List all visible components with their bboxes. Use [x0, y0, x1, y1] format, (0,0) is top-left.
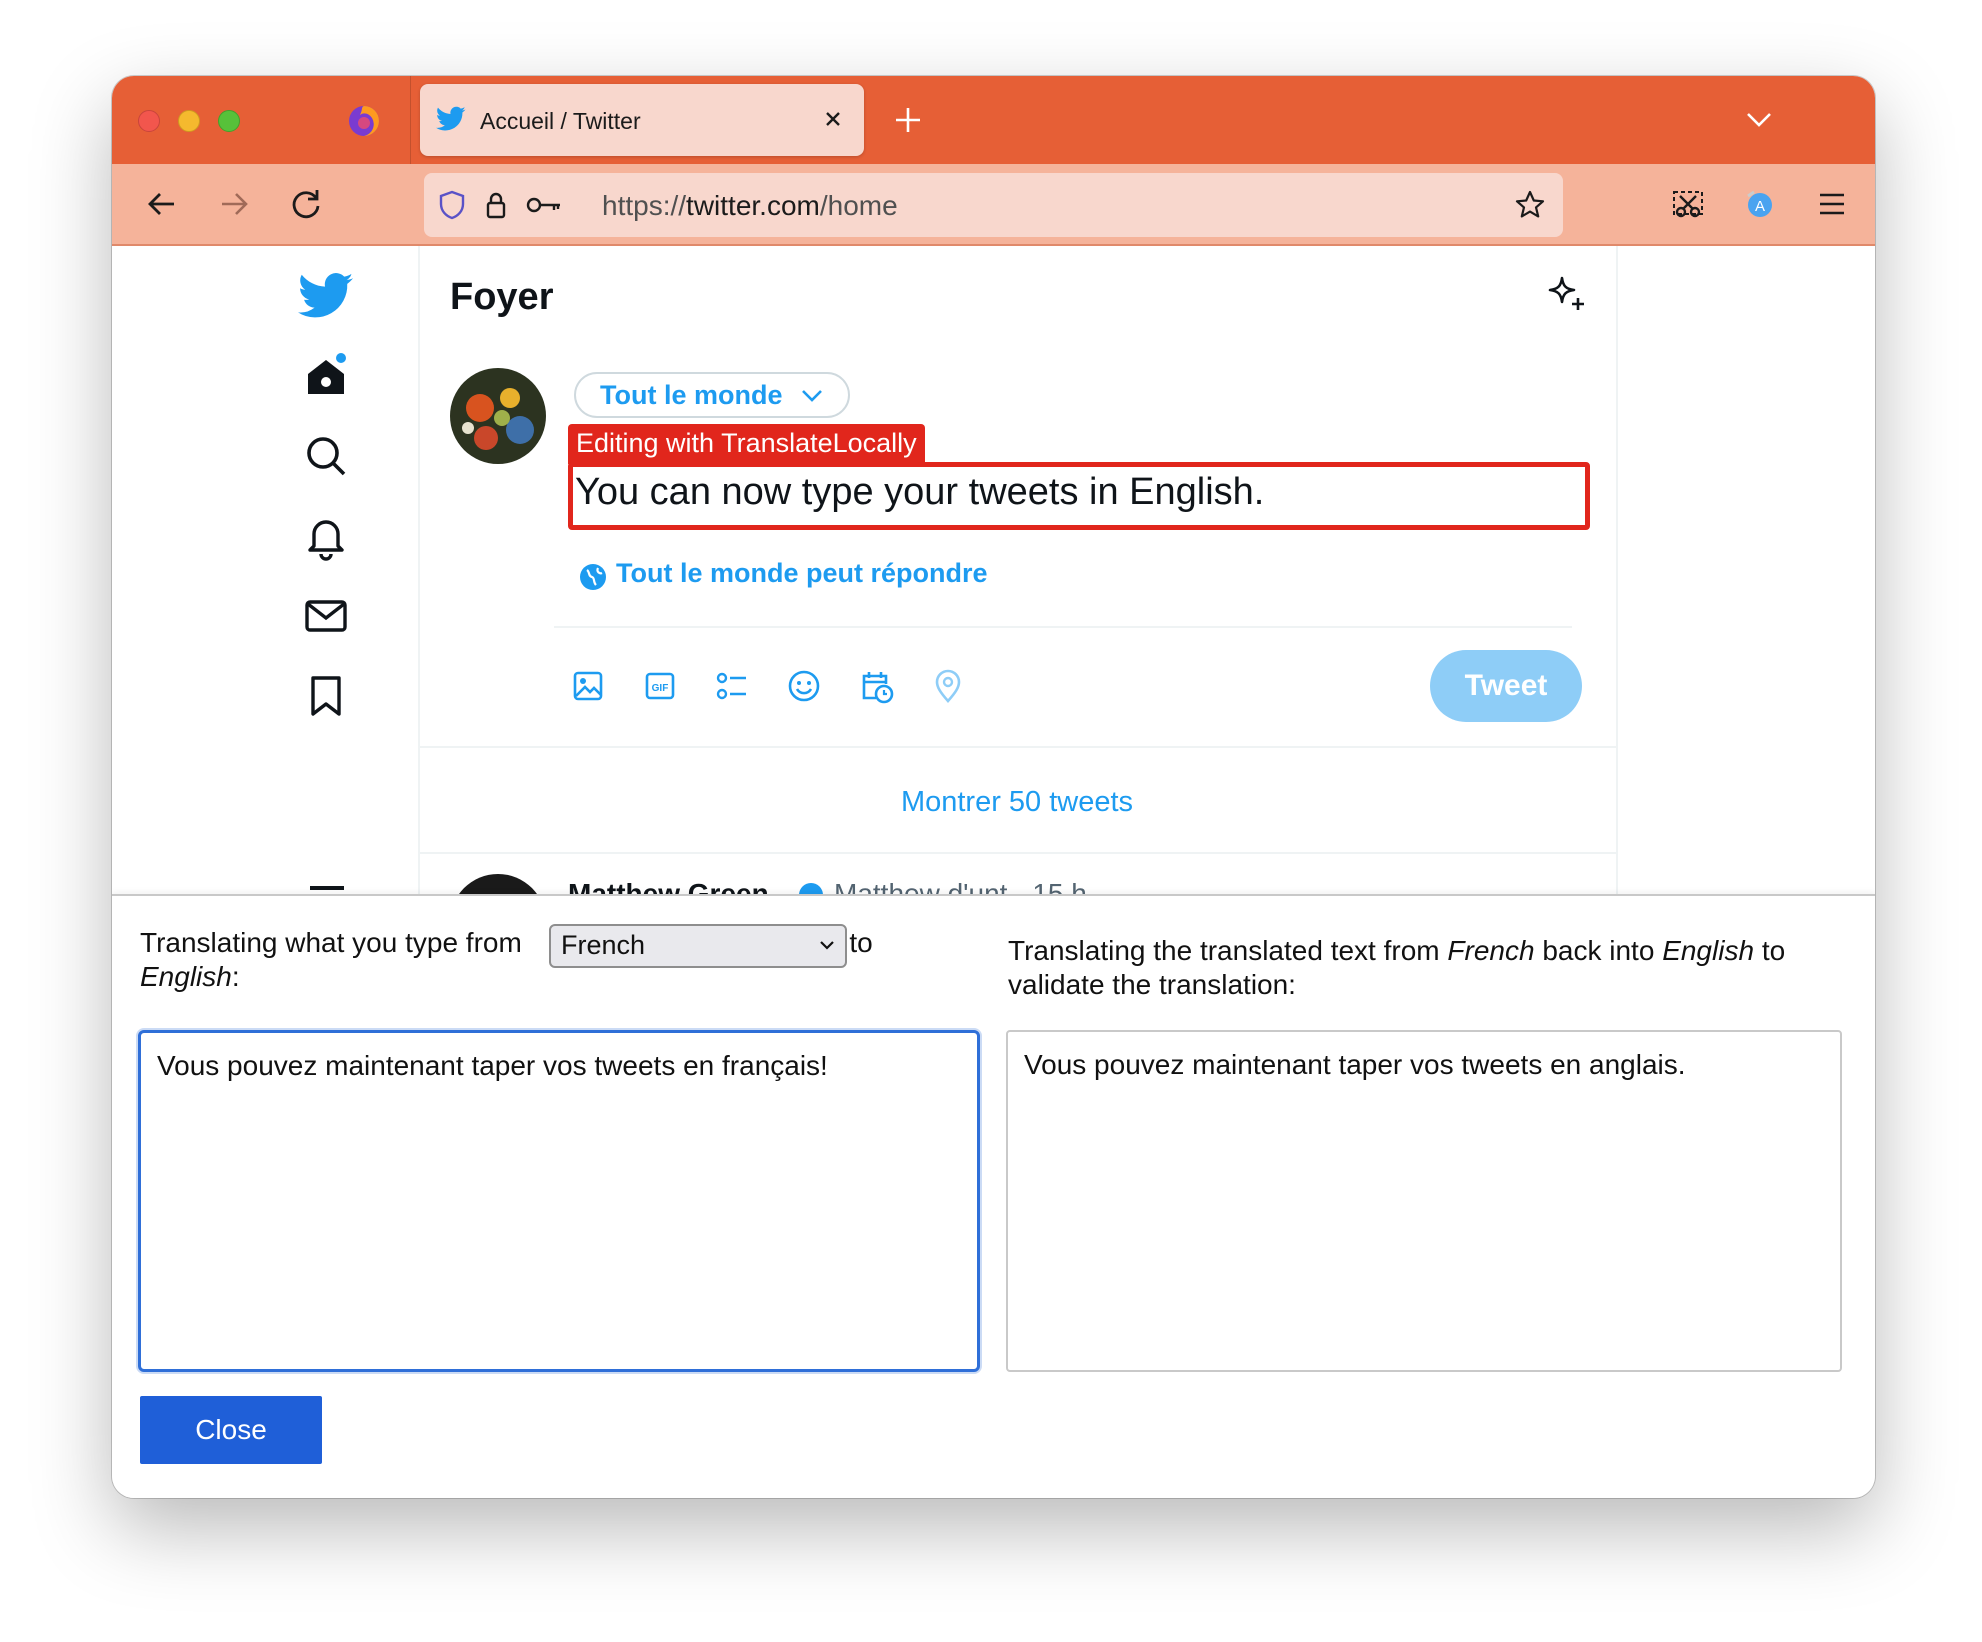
bookmarks-icon[interactable] — [298, 668, 354, 724]
tab-close-icon[interactable] — [820, 106, 846, 132]
screenshot-scissors-icon[interactable] — [1668, 184, 1708, 224]
new-tab-plus-icon[interactable] — [888, 100, 928, 140]
navigation-toolbar: https://twitter.com/home A — [112, 164, 1875, 246]
audience-label: Tout le monde — [600, 380, 783, 410]
translatelocally-badge: Editing with TranslateLocally — [568, 424, 925, 464]
reply-setting-button[interactable]: Tout le monde peut répondre — [578, 558, 988, 590]
source-language-select[interactable]: French — [549, 924, 847, 968]
verified-badge-icon — [796, 880, 826, 894]
location-pin-icon[interactable] — [928, 666, 968, 706]
notifications-bell-icon[interactable] — [298, 508, 354, 564]
tweet-author-name[interactable]: Matthew Green — [568, 878, 769, 894]
reload-icon[interactable] — [286, 184, 326, 224]
forward-arrow-icon[interactable] — [214, 184, 254, 224]
gif-icon[interactable]: GIF — [640, 666, 680, 706]
firefox-icon[interactable] — [347, 104, 381, 138]
globe-icon — [580, 564, 606, 590]
reply-setting-label: Tout le monde peut répondre — [616, 558, 988, 588]
media-image-icon[interactable] — [568, 666, 608, 706]
twitter-bird-icon — [436, 106, 466, 132]
minimize-window-button[interactable] — [178, 110, 200, 132]
tab-divider — [410, 76, 411, 164]
tweet-author-handle[interactable]: Matthew d'unt · 15 h — [834, 878, 1087, 894]
poll-icon[interactable] — [712, 666, 752, 706]
sparkle-icon[interactable] — [1544, 272, 1588, 316]
close-button[interactable]: Close — [140, 1396, 322, 1464]
menu-hamburger-icon[interactable] — [1812, 184, 1852, 224]
tab-list-chevron-down-icon[interactable] — [1743, 106, 1775, 134]
key-icon[interactable] — [524, 189, 564, 221]
twitter-sidebar — [112, 246, 418, 894]
avatar[interactable] — [450, 368, 546, 464]
chevron-down-icon — [802, 390, 822, 402]
page-title: Foyer — [450, 276, 554, 318]
column-divider — [1616, 246, 1618, 894]
twitter-page: Foyer Tout le monde Editing with Transla… — [112, 246, 1875, 894]
divider — [418, 852, 1616, 854]
source-text-input[interactable]: Vous pouvez maintenant taper vos tweets … — [138, 1030, 980, 1372]
browser-window: Accueil / Twitter https://twitter.com/ho… — [112, 76, 1875, 1498]
audience-dropdown[interactable]: Tout le monde — [574, 372, 850, 418]
show-more-tweets-link[interactable]: Montrer 50 tweets — [418, 786, 1616, 819]
tweet-button[interactable]: Tweet — [1430, 650, 1582, 722]
schedule-calendar-icon[interactable] — [856, 666, 896, 706]
lists-icon-peek — [310, 886, 344, 890]
tracking-protection-shield-icon[interactable] — [436, 189, 468, 221]
tweet-compose-field[interactable]: You can now type your tweets in English. — [568, 462, 1590, 530]
translatelocally-panel: Translating what you type from to Englis… — [112, 894, 1875, 1498]
lock-icon[interactable] — [480, 189, 512, 221]
home-icon[interactable] — [298, 348, 354, 404]
search-icon[interactable] — [298, 428, 354, 484]
tab-bar: Accueil / Twitter — [112, 76, 1875, 164]
translate-extension-icon[interactable]: A — [1740, 184, 1780, 224]
zoom-window-button[interactable] — [218, 110, 240, 132]
backtranslation-output: Vous pouvez maintenant taper vos tweets … — [1006, 1030, 1842, 1372]
url-bar[interactable]: https://twitter.com/home — [424, 173, 1563, 237]
bookmark-star-icon[interactable] — [1514, 189, 1546, 221]
chevron-down-icon — [820, 941, 834, 950]
divider — [418, 746, 1616, 748]
tweet-author-avatar[interactable] — [450, 874, 546, 894]
svg-text:GIF: GIF — [652, 683, 669, 694]
emoji-smile-icon[interactable] — [784, 666, 824, 706]
close-window-button[interactable] — [138, 110, 160, 132]
messages-envelope-icon[interactable] — [298, 588, 354, 644]
tab-title: Accueil / Twitter — [480, 108, 641, 134]
divider — [554, 626, 1572, 628]
validation-label: Translating the translated text from Fre… — [1008, 935, 1786, 1000]
tab-twitter[interactable]: Accueil / Twitter — [420, 84, 864, 156]
twitter-logo-icon[interactable] — [298, 268, 354, 324]
back-arrow-icon[interactable] — [142, 184, 182, 224]
url-text[interactable]: https://twitter.com/home — [602, 190, 898, 222]
svg-text:A: A — [1755, 198, 1765, 215]
